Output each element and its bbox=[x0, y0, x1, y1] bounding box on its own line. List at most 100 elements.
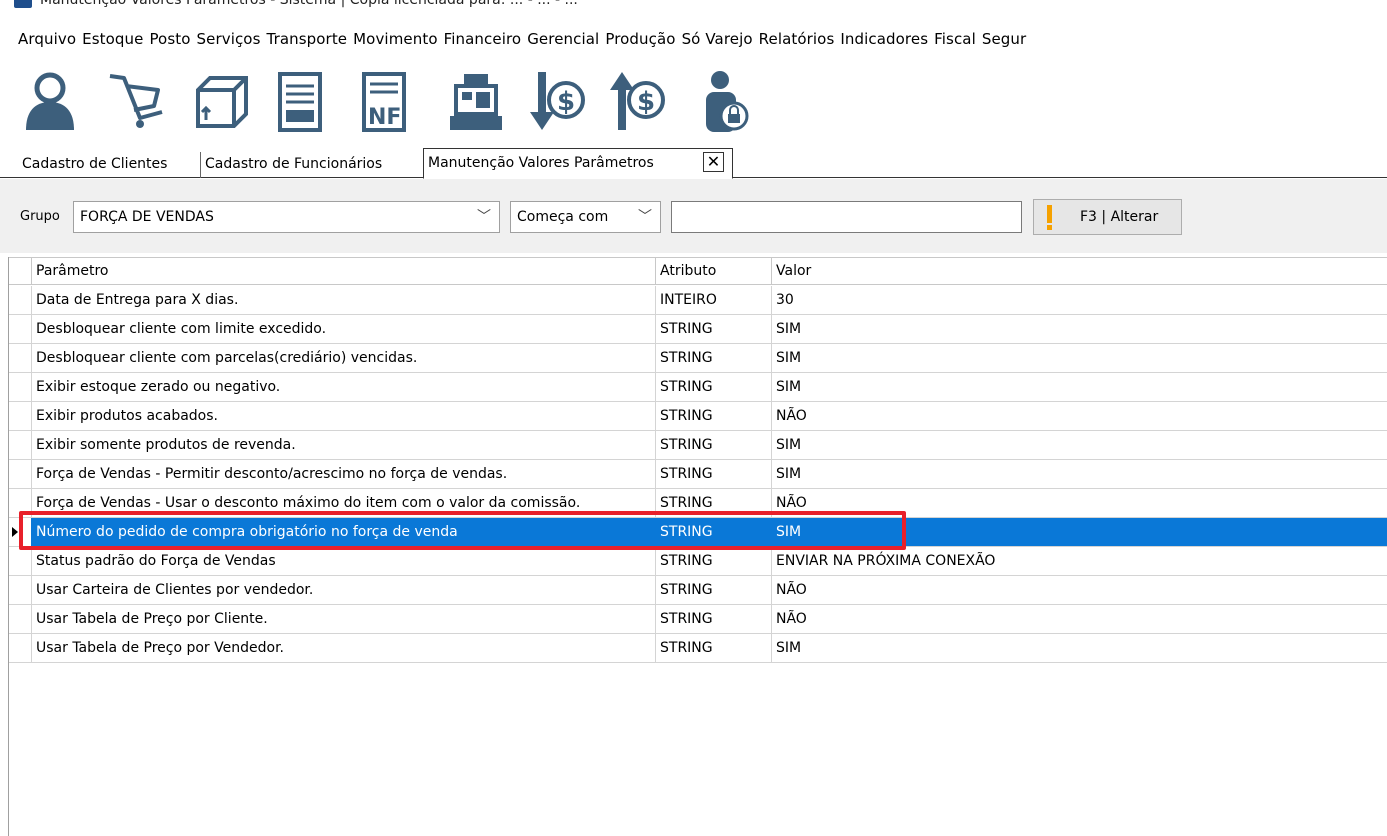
match-mode-select[interactable]: Começa com ﹀ bbox=[510, 201, 661, 233]
table-row[interactable]: Força de Vendas - Permitir desconto/acre… bbox=[9, 460, 1387, 489]
table-row[interactable]: Status padrão do Força de Vendas STRING EN… bbox=[9, 547, 1387, 576]
table-row[interactable]: Usar Carteira de Clientes por vendedor. S… bbox=[9, 576, 1387, 605]
row-indicator[interactable] bbox=[9, 576, 31, 604]
row-indicator[interactable] bbox=[9, 518, 31, 546]
table-row[interactable]: Exibir somente produtos de revenda. STRIN… bbox=[9, 431, 1387, 460]
window-title: Manutenção Valores Parâmetros - Sistema … bbox=[40, 0, 578, 8]
nf-label: NF bbox=[368, 105, 401, 130]
toolbar: NF $ $ bbox=[0, 60, 1387, 140]
cell-atributo: STRING bbox=[655, 373, 771, 401]
row-indicator[interactable] bbox=[9, 460, 31, 488]
cell-parametro: Desbloquear cliente com limite excedido. bbox=[31, 315, 655, 343]
tab-strip: Cadastro de Clientes Cadastro de Funcion… bbox=[0, 146, 1387, 179]
cell-parametro: Data de Entrega para X dias. bbox=[31, 286, 655, 314]
cell-valor: SIM bbox=[771, 373, 1387, 401]
menu-seguranca[interactable]: Segur bbox=[982, 30, 1032, 48]
user-icon[interactable] bbox=[18, 68, 82, 134]
row-indicator[interactable] bbox=[9, 489, 31, 517]
cell-parametro: Usar Tabela de Preço por Cliente. bbox=[31, 605, 655, 633]
menu-estoque[interactable]: Estoque bbox=[82, 30, 149, 48]
menu-bar: Arquivo Estoque Posto Serviços Transport… bbox=[0, 26, 1387, 52]
cell-parametro: Número do pedido de compra obrigatório n… bbox=[31, 518, 655, 546]
menu-so-varejo[interactable]: Só Varejo bbox=[682, 30, 759, 48]
menu-indicadores[interactable]: Indicadores bbox=[840, 30, 934, 48]
cell-valor: 30 bbox=[771, 286, 1387, 314]
tab-cadastro-funcionarios[interactable]: Cadastro de Funcionários bbox=[200, 152, 386, 178]
cell-valor: ENVIAR NA PRÓXIMA CONEXÃO bbox=[771, 547, 1387, 575]
table-row[interactable]: Exibir estoque zerado ou negativo. STRING… bbox=[9, 373, 1387, 402]
cell-valor: NÃO bbox=[771, 576, 1387, 604]
column-header-parametro[interactable]: Parâmetro bbox=[31, 258, 655, 285]
document-icon[interactable] bbox=[270, 68, 334, 134]
menu-gerencial[interactable]: Gerencial bbox=[527, 30, 605, 48]
alter-button-label: F3 | Alterar bbox=[1080, 209, 1159, 225]
cell-valor: SIM bbox=[771, 518, 1387, 546]
table-row[interactable]: Usar Tabela de Preço por Cliente. STRING N… bbox=[9, 605, 1387, 634]
cell-parametro: Status padrão do Força de Vendas bbox=[31, 547, 655, 575]
cash-register-icon[interactable] bbox=[444, 68, 508, 134]
cell-atributo: STRING bbox=[655, 431, 771, 459]
nf-invoice-icon[interactable]: NF bbox=[354, 68, 418, 134]
row-indicator[interactable] bbox=[9, 402, 31, 430]
warning-icon-dot bbox=[1047, 225, 1052, 230]
row-indicator[interactable] bbox=[9, 547, 31, 575]
cell-valor: SIM bbox=[771, 460, 1387, 488]
cell-valor: SIM bbox=[771, 431, 1387, 459]
row-indicator[interactable] bbox=[9, 605, 31, 633]
chevron-down-icon: ﹀ bbox=[638, 209, 652, 225]
row-indicator[interactable] bbox=[9, 315, 31, 343]
tab-cadastro-clientes[interactable]: Cadastro de Clientes bbox=[18, 152, 171, 178]
row-indicator[interactable] bbox=[9, 431, 31, 459]
chevron-down-icon: ﹀ bbox=[477, 209, 491, 225]
row-indicator[interactable] bbox=[9, 634, 31, 662]
alter-button[interactable]: F3 | Alterar bbox=[1033, 199, 1182, 235]
box-icon[interactable] bbox=[190, 68, 254, 134]
menu-servicos[interactable]: Serviços bbox=[197, 30, 267, 48]
table-row[interactable]: Desbloquear cliente com parcelas(crediár… bbox=[9, 344, 1387, 373]
search-input[interactable] bbox=[671, 201, 1022, 233]
menu-fiscal[interactable]: Fiscal bbox=[934, 30, 982, 48]
cell-atributo: STRING bbox=[655, 460, 771, 488]
grupo-select[interactable]: FORÇA DE VENDAS ﹀ bbox=[73, 201, 500, 233]
table-row[interactable]: Número do pedido de compra obrigatório n… bbox=[9, 518, 1387, 547]
table-row[interactable]: Data de Entrega para X dias. INTEIRO 30 bbox=[9, 286, 1387, 315]
row-indicator[interactable] bbox=[9, 344, 31, 372]
cell-atributo: STRING bbox=[655, 518, 771, 546]
menu-arquivo[interactable]: Arquivo bbox=[18, 30, 82, 48]
title-bar: Manutenção Valores Parâmetros - Sistema … bbox=[0, 0, 1387, 16]
cell-parametro: Exibir somente produtos de revenda. bbox=[31, 431, 655, 459]
table-row[interactable]: Desbloquear cliente com limite excedido.… bbox=[9, 315, 1387, 344]
menu-financeiro[interactable]: Financeiro bbox=[444, 30, 528, 48]
menu-transporte[interactable]: Transporte bbox=[267, 30, 354, 48]
user-lock-icon[interactable] bbox=[694, 68, 758, 134]
grupo-label: Grupo bbox=[20, 209, 60, 224]
column-header-atributo[interactable]: Atributo bbox=[655, 258, 771, 285]
cell-parametro: Força de Vendas - Permitir desconto/acre… bbox=[31, 460, 655, 488]
money-down-icon[interactable]: $ bbox=[524, 68, 588, 134]
close-icon[interactable]: ✕ bbox=[703, 152, 724, 172]
money-up-icon[interactable]: $ bbox=[604, 68, 668, 134]
cell-atributo: STRING bbox=[655, 547, 771, 575]
menu-movimento[interactable]: Movimento bbox=[353, 30, 443, 48]
table-row[interactable]: Força de Vendas - Usar o desconto máximo… bbox=[9, 489, 1387, 518]
table-row[interactable]: Usar Tabela de Preço por Vendedor. STRING… bbox=[9, 634, 1387, 663]
cell-atributo: STRING bbox=[655, 605, 771, 633]
column-header-valor[interactable]: Valor bbox=[771, 258, 1387, 285]
table-row[interactable]: Exibir produtos acabados. STRING NÃO bbox=[9, 402, 1387, 431]
tab-manutencao-parametros[interactable]: Manutenção Valores Parâmetros ✕ bbox=[423, 148, 733, 179]
cell-atributo: INTEIRO bbox=[655, 286, 771, 314]
menu-posto[interactable]: Posto bbox=[149, 30, 196, 48]
grupo-select-value: FORÇA DE VENDAS bbox=[80, 209, 214, 225]
menu-producao[interactable]: Produção bbox=[605, 30, 681, 48]
menu-relatorios[interactable]: Relatórios bbox=[759, 30, 841, 48]
warning-icon bbox=[1047, 205, 1052, 223]
cell-atributo: STRING bbox=[655, 634, 771, 662]
cell-parametro: Força de Vendas - Usar o desconto máximo… bbox=[31, 489, 655, 517]
cell-atributo: STRING bbox=[655, 489, 771, 517]
dollar-sign: $ bbox=[557, 87, 575, 117]
row-indicator[interactable] bbox=[9, 373, 31, 401]
cell-parametro: Usar Carteira de Clientes por vendedor. bbox=[31, 576, 655, 604]
row-indicator[interactable] bbox=[9, 286, 31, 314]
cell-atributo: STRING bbox=[655, 344, 771, 372]
cart-icon[interactable] bbox=[104, 68, 168, 134]
